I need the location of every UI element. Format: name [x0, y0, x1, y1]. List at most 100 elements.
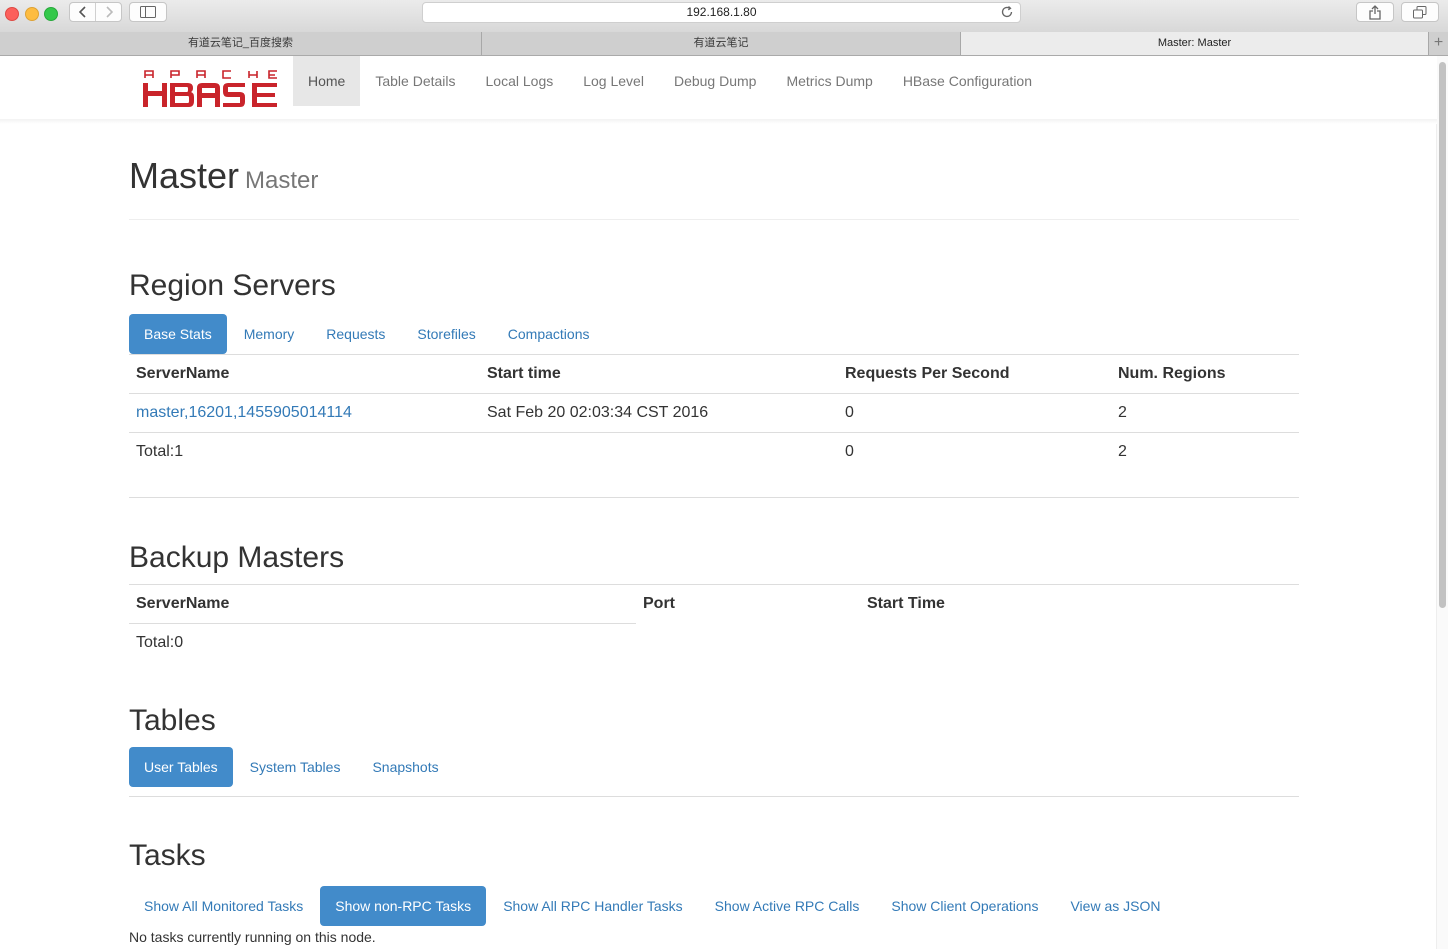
tab-label: Requests — [326, 326, 386, 342]
region-servers-tabs: Base Stats Memory Requests Storefiles Co… — [129, 314, 1299, 355]
nav-metrics-dump[interactable]: Metrics Dump — [771, 56, 887, 106]
tables-tabs: User Tables System Tables Snapshots — [129, 747, 1299, 797]
tab-label: Show All RPC Handler Tasks — [503, 898, 683, 914]
tab-label: User Tables — [144, 759, 218, 775]
tab-memory[interactable]: Memory — [229, 314, 310, 354]
close-window-button[interactable] — [5, 7, 19, 21]
region-servers-section: Region Servers Base Stats Memory Request… — [129, 268, 1299, 471]
tab-user-tables[interactable]: User Tables — [129, 747, 233, 787]
tab-label: Show Client Operations — [891, 898, 1039, 914]
hbase-navbar: Home Table Details Local Logs Log Level … — [0, 56, 1437, 120]
address-bar[interactable]: 192.168.1.80 — [422, 2, 1021, 23]
reload-icon[interactable] — [1000, 5, 1014, 19]
nav-hbase-configuration[interactable]: HBase Configuration — [888, 56, 1047, 106]
minimize-window-button[interactable] — [25, 7, 39, 21]
column-header-port: Port — [643, 595, 675, 613]
column-header-start-time: Start Time — [867, 595, 945, 613]
main-content: Master Master Region Servers Base Stats M… — [129, 124, 1299, 945]
tables-heading: Tables — [129, 704, 216, 737]
total-label-cell: Total:1 — [129, 432, 480, 471]
page-title: Master Master — [129, 154, 1299, 203]
nav-label: HBase Configuration — [902, 73, 1032, 89]
browser-tab-hbase-master[interactable]: Master: Master — [961, 32, 1429, 55]
page-header: Master Master — [129, 154, 1299, 220]
tab-show-client-operations[interactable]: Show Client Operations — [876, 886, 1053, 926]
server-name-cell: master,16201,1455905014114 — [129, 393, 480, 433]
sidebar-toggle-button[interactable] — [129, 2, 167, 22]
browser-tab-baidu-search[interactable]: 有道云笔记_百度搜索 — [0, 32, 482, 55]
rps-cell: 0 — [838, 393, 1111, 433]
table-total-row: Total:1 0 2 — [129, 432, 1299, 471]
tab-compactions[interactable]: Compactions — [493, 314, 605, 354]
server-link[interactable]: master,16201,1455905014114 — [136, 404, 352, 421]
forward-button[interactable] — [95, 3, 121, 21]
nav-label: Table Details — [375, 73, 456, 89]
column-header-requests-per-second: Requests Per Second — [845, 365, 1010, 382]
tab-snapshots[interactable]: Snapshots — [357, 747, 453, 787]
total-label-cell: Total:0 — [129, 623, 636, 662]
region-servers-heading: Region Servers — [129, 269, 336, 302]
start-time-cell: Sat Feb 20 02:03:34 CST 2016 — [480, 393, 838, 433]
empty-cell — [860, 624, 1299, 663]
plus-icon: + — [1433, 34, 1444, 51]
zoom-window-button[interactable] — [44, 7, 58, 21]
nav-label: Home — [308, 73, 346, 89]
tab-label: Show Active RPC Calls — [714, 898, 860, 914]
backup-masters-table: ServerName Port Start Time Total:0 — [129, 585, 1299, 662]
tab-base-stats[interactable]: Base Stats — [129, 314, 227, 354]
section-divider — [129, 497, 1299, 498]
tab-label: Show non-RPC Tasks — [335, 898, 472, 914]
regions-cell: 2 — [1111, 393, 1299, 433]
tab-label: Show All Monitored Tasks — [144, 898, 304, 914]
tab-label: Snapshots — [372, 759, 439, 775]
tab-system-tables[interactable]: System Tables — [235, 747, 356, 787]
new-tab-button[interactable]: + — [1429, 32, 1448, 55]
tabs-overview-icon — [1413, 5, 1427, 18]
tab-view-as-json[interactable]: View as JSON — [1055, 886, 1175, 926]
column-header-num-regions: Num. Regions — [1118, 365, 1226, 382]
nav-local-logs[interactable]: Local Logs — [471, 56, 569, 106]
tab-label: Memory — [243, 326, 295, 342]
empty-cell — [480, 432, 838, 471]
tab-label: Compactions — [507, 326, 590, 342]
total-rps-cell: 0 — [838, 432, 1111, 471]
back-button[interactable] — [70, 3, 95, 21]
tab-show-all-monitored-tasks[interactable]: Show All Monitored Tasks — [129, 886, 318, 926]
column-header-servername: ServerName — [136, 595, 230, 612]
browser-toolbar: 192.168.1.80 — [0, 0, 1448, 33]
nav-table-details[interactable]: Table Details — [360, 56, 470, 106]
tab-requests[interactable]: Requests — [311, 314, 400, 354]
table-header-row: ServerName Port Start Time — [129, 585, 1299, 624]
browser-tab-label: 有道云笔记 — [693, 37, 749, 49]
nav-label: Debug Dump — [673, 73, 757, 89]
scrollbar-thumb[interactable] — [1439, 62, 1446, 608]
sidebar-icon — [140, 6, 156, 18]
browser-tab-label: Master: Master — [1157, 37, 1232, 49]
table-header-row: ServerName Start time Requests Per Secon… — [129, 355, 1299, 394]
tab-show-active-rpc-calls[interactable]: Show Active RPC Calls — [700, 886, 875, 926]
tab-label: View as JSON — [1070, 898, 1161, 914]
total-regions-cell: 2 — [1111, 432, 1299, 471]
tables-section: Tables User Tables System Tables Snapsho… — [129, 703, 1299, 797]
chevron-right-icon — [105, 6, 113, 18]
nav-label: Log Level — [583, 73, 644, 89]
backup-masters-table-wrap: ServerName Port Start Time Total:0 — [129, 584, 1299, 662]
browser-tab-youdao[interactable]: 有道云笔记 — [482, 32, 961, 55]
tab-storefiles[interactable]: Storefiles — [402, 314, 490, 354]
browser-tab-label: 有道云笔记_百度搜索 — [187, 37, 294, 49]
backup-masters-section: Backup Masters ServerName Port Start Tim… — [129, 540, 1299, 662]
page-subtitle: Master — [245, 167, 319, 194]
hbase-logo[interactable] — [143, 69, 279, 107]
tab-show-all-rpc-handler-tasks[interactable]: Show All RPC Handler Tasks — [488, 886, 697, 926]
tab-label: System Tables — [249, 759, 341, 775]
nav-debug-dump[interactable]: Debug Dump — [659, 56, 772, 106]
share-button[interactable] — [1356, 2, 1394, 22]
nav-home[interactable]: Home — [293, 56, 361, 106]
page-title-text: Master — [129, 155, 240, 196]
nav-label: Metrics Dump — [786, 73, 873, 89]
tasks-section: Tasks Show All Monitored Tasks Show non-… — [129, 838, 1299, 945]
nav-log-level[interactable]: Log Level — [568, 56, 659, 106]
show-all-tabs-button[interactable] — [1401, 2, 1439, 22]
backup-masters-heading: Backup Masters — [129, 541, 345, 574]
tab-show-non-rpc-tasks[interactable]: Show non-RPC Tasks — [320, 886, 487, 926]
